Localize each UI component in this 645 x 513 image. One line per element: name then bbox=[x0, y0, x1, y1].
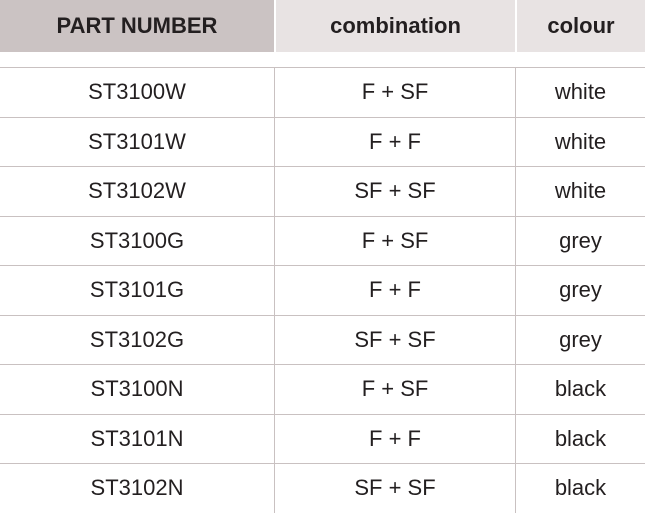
colour-cell: black bbox=[554, 425, 607, 451]
table-row: ST3101W F + F white bbox=[0, 116, 645, 166]
colour-cell: grey bbox=[559, 326, 602, 352]
part-number-cell: ST3101G bbox=[0, 266, 275, 315]
combination-cell: F + F bbox=[275, 117, 516, 166]
colour-cell: white bbox=[554, 128, 607, 154]
header-part-number: PART NUMBER bbox=[0, 0, 274, 52]
table-row: ST3100G F + SF grey bbox=[0, 215, 645, 265]
part-number-cell: ST3101N bbox=[0, 414, 275, 463]
colour-cell: black bbox=[554, 376, 607, 402]
part-number-cell: ST3102W bbox=[0, 167, 275, 216]
table-row: ST3102N SF + SF black bbox=[0, 463, 645, 513]
colour-cell: black bbox=[554, 475, 607, 501]
colour-cell: grey bbox=[559, 277, 602, 303]
combination-cell: SF + SF bbox=[275, 167, 516, 216]
combination-cell: F + F bbox=[275, 414, 516, 463]
combination-cell: SF + SF bbox=[275, 464, 516, 513]
part-number-cell: ST3101W bbox=[0, 117, 275, 166]
part-number-cell: ST3100G bbox=[0, 216, 275, 265]
combination-cell: F + F bbox=[275, 266, 516, 315]
header-colour: colour bbox=[517, 0, 645, 52]
colour-cell: grey bbox=[559, 227, 602, 253]
table-row: ST3102W SF + SF white bbox=[0, 166, 645, 216]
colour-cell: white bbox=[554, 79, 607, 105]
table-row: ST3100W F + SF white bbox=[0, 67, 645, 117]
combination-cell: F + SF bbox=[275, 68, 516, 117]
combination-cell: F + SF bbox=[275, 365, 516, 414]
colour-cell: white bbox=[554, 178, 607, 204]
table-body: ST3100W F + SF white ST3101W F + F white… bbox=[0, 67, 645, 513]
part-number-cell: ST3102G bbox=[0, 315, 275, 364]
combination-cell: SF + SF bbox=[275, 315, 516, 364]
part-number-cell: ST3102N bbox=[0, 464, 275, 513]
header-combination: combination bbox=[276, 0, 515, 52]
part-number-cell: ST3100W bbox=[0, 68, 275, 117]
table-row: ST3101G F + F grey bbox=[0, 265, 645, 315]
table-row: ST3102G SF + SF grey bbox=[0, 314, 645, 364]
table-row: ST3100N F + SF black bbox=[0, 364, 645, 414]
combination-cell: F + SF bbox=[275, 216, 516, 265]
table-header: PART NUMBER combination colour bbox=[0, 0, 645, 52]
table-row: ST3101N F + F black bbox=[0, 413, 645, 463]
part-number-cell: ST3100N bbox=[0, 365, 275, 414]
